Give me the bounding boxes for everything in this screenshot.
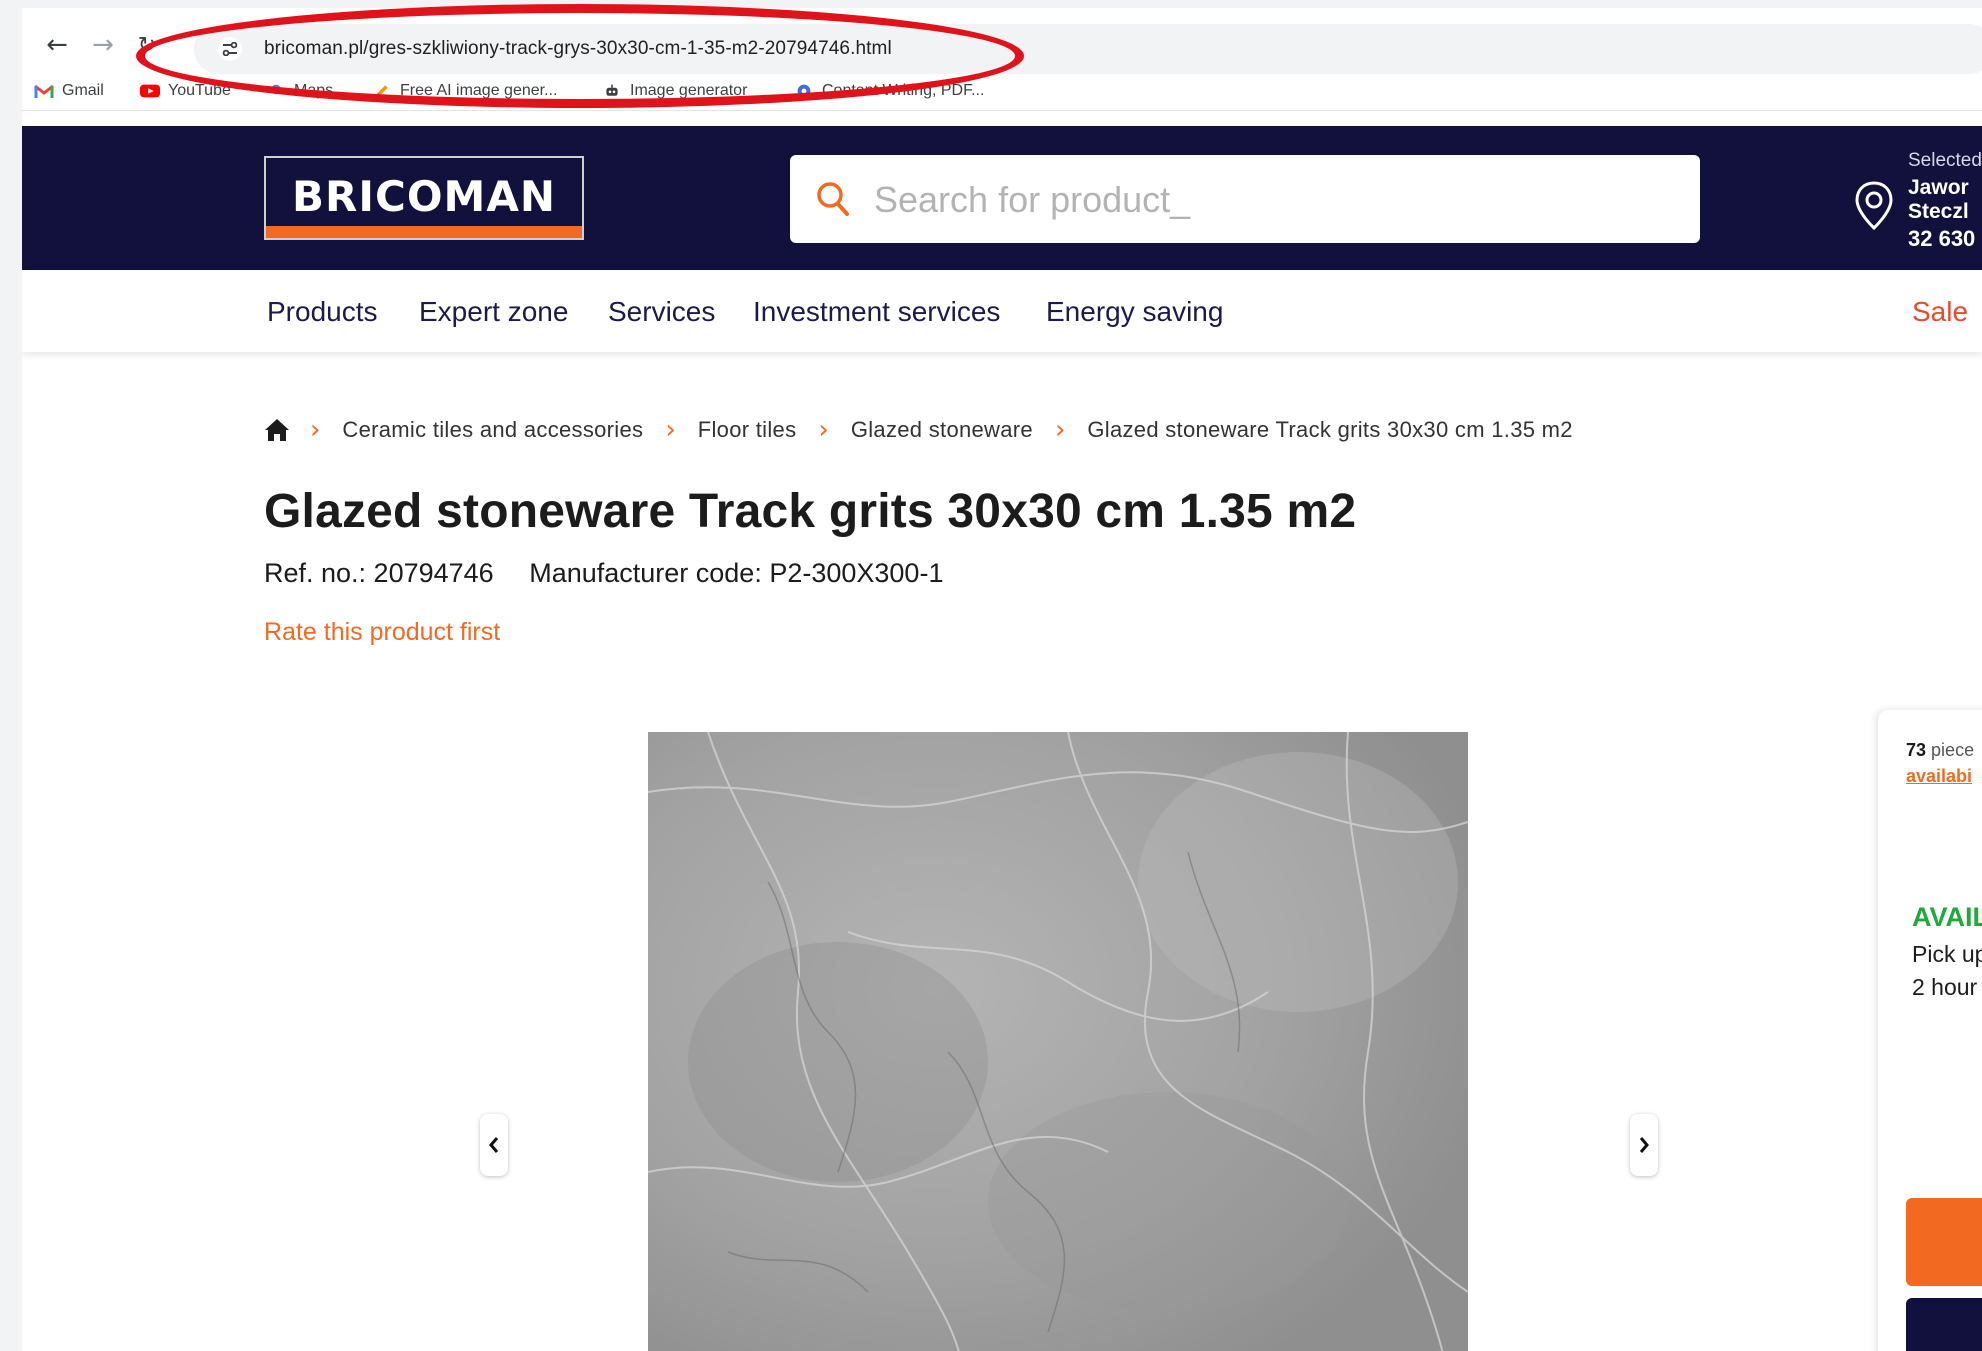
browser-toolbar: ← → ↻ bricoman.pl/gres-szkliwiony-track-… <box>22 8 1982 76</box>
gallery-next-button[interactable] <box>1630 1114 1658 1176</box>
availability-link[interactable]: availabi <box>1906 766 1972 787</box>
location-pin-icon <box>1855 181 1893 231</box>
site-header: BRICOMAN Selected Jawor Steczl 32 630 <box>22 126 1982 270</box>
bookmark-youtube[interactable]: YouTube <box>140 82 231 100</box>
reload-icon[interactable]: ↻ <box>132 30 162 60</box>
breadcrumb-item[interactable]: Floor tiles <box>698 417 797 443</box>
breadcrumb-item[interactable]: Ceramic tiles and accessories <box>342 417 643 443</box>
nav-item-sale[interactable]: Sale <box>1912 296 1968 328</box>
availability-status: AVAIL <box>1912 902 1982 932</box>
bookmark-icon <box>797 84 811 98</box>
home-icon[interactable] <box>264 417 290 443</box>
main-nav: Products Expert zone Services Investment… <box>22 270 1982 352</box>
ref-number: Ref. no.: 20794746 <box>264 558 494 588</box>
nav-item-products[interactable]: Products <box>267 296 378 328</box>
bookmark-gmail[interactable]: Gmail <box>34 82 104 100</box>
search-input[interactable] <box>872 173 1656 227</box>
pickup-info: Pick up 2 hour <box>1912 941 1982 1000</box>
search-box[interactable] <box>790 155 1700 243</box>
breadcrumb-item[interactable]: Glazed stoneware <box>851 417 1033 443</box>
product-title: Glazed stoneware Track grits 30x30 cm 1.… <box>264 485 1357 538</box>
chevron-right-icon: › <box>818 415 829 445</box>
forward-arrow-icon[interactable]: → <box>88 30 118 60</box>
chevron-right-icon: › <box>665 415 676 445</box>
back-arrow-icon[interactable]: ← <box>42 30 72 60</box>
nav-item-energy-saving[interactable]: Energy saving <box>1046 296 1223 328</box>
chevron-left-icon <box>489 1137 499 1153</box>
nav-item-services[interactable]: Services <box>608 296 715 328</box>
address-bar[interactable]: bricoman.pl/gres-szkliwiony-track-grys-3… <box>194 24 1982 74</box>
maps-icon <box>271 84 281 95</box>
store-zip: 32 630 <box>1908 226 1976 251</box>
chevron-right-icon: › <box>310 415 321 445</box>
url-text[interactable]: bricoman.pl/gres-szkliwiony-track-grys-3… <box>264 38 892 60</box>
purchase-panel: 73 piece availabi AVAIL Pick up 2 hour <box>1878 710 1982 1351</box>
breadcrumb-current: Glazed stoneware Track grits 30x30 cm 1.… <box>1087 417 1573 442</box>
logo-orange-bar <box>266 226 582 238</box>
secondary-action-button[interactable] <box>1906 1298 1982 1351</box>
bookmarks-bar: Gmail YouTube Maps Free AI image gener..… <box>22 76 1982 111</box>
store-name: Jawor Steczl <box>1908 176 1969 223</box>
nav-item-expert-zone[interactable]: Expert zone <box>419 296 568 328</box>
stock-info: 73 piece <box>1906 740 1975 760</box>
product-image[interactable] <box>648 732 1468 1351</box>
logo-text: BRICOMAN <box>292 172 556 221</box>
manufacturer-code: Manufacturer code: P2-300X300-1 <box>529 558 944 588</box>
breadcrumb: › Ceramic tiles and accessories › Floor … <box>264 414 1595 446</box>
tab-strip <box>22 0 1982 8</box>
rate-product-link[interactable]: Rate this product first <box>264 618 500 647</box>
chevron-right-icon <box>1639 1137 1649 1153</box>
bricoman-logo[interactable]: BRICOMAN <box>264 156 584 240</box>
bookmark-image-generator[interactable]: Image generator <box>602 82 747 100</box>
search-icon <box>817 182 849 216</box>
product-refs: Ref. no.: 20794746 Manufacturer code: P2… <box>264 558 971 589</box>
marble-tile-image <box>648 732 1468 1351</box>
robot-icon <box>606 84 618 96</box>
pencil-icon <box>376 85 388 97</box>
add-to-cart-button[interactable] <box>1906 1198 1982 1286</box>
store-label: Selected <box>1908 150 1982 171</box>
youtube-icon <box>140 84 160 98</box>
nav-item-investment-services[interactable]: Investment services <box>753 296 1000 328</box>
bookmark-content-writing[interactable]: Content Writing, PDF... <box>794 82 984 100</box>
site-info-icon[interactable] <box>218 37 242 61</box>
browser-window: ← → ↻ bricoman.pl/gres-szkliwiony-track-… <box>22 0 1982 1351</box>
bookmark-maps[interactable]: Maps <box>266 82 333 100</box>
gmail-icon <box>34 84 54 98</box>
chevron-right-icon: › <box>1054 415 1066 445</box>
bookmark-ai-image[interactable]: Free AI image gener... <box>372 82 557 100</box>
gallery-prev-button[interactable] <box>480 1114 508 1176</box>
store-selector[interactable]: Selected Jawor Steczl 32 630 <box>1852 138 1982 258</box>
